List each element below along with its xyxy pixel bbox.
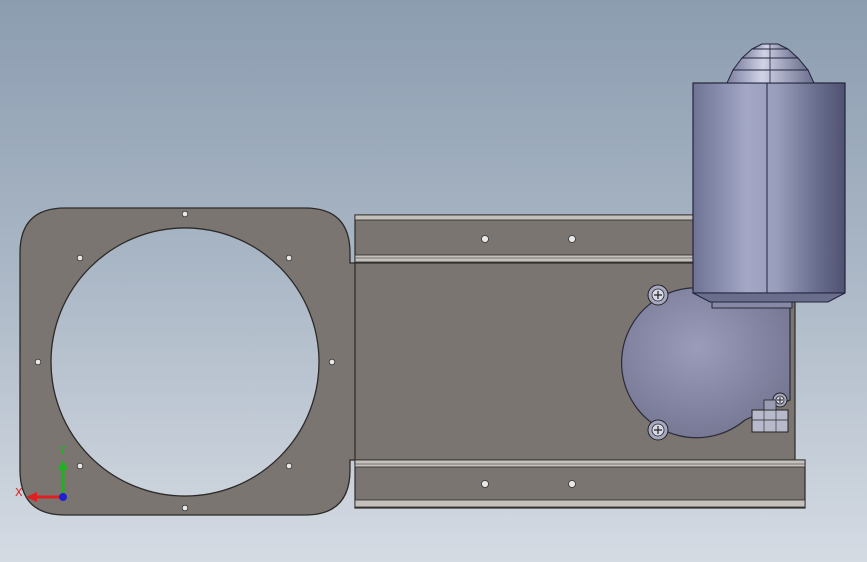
rail-hole bbox=[481, 480, 489, 488]
bolt-hole bbox=[285, 462, 293, 470]
model-canvas[interactable]: X Y bbox=[0, 0, 867, 562]
motor-end-cap bbox=[726, 43, 815, 84]
cad-viewport[interactable]: X Y bbox=[0, 0, 867, 562]
bottom-channel-rail[interactable] bbox=[354, 459, 806, 509]
rail-hole bbox=[568, 235, 576, 243]
bolt-holes bbox=[34, 210, 336, 512]
y-axis-label: Y bbox=[58, 444, 66, 457]
bolt-hole bbox=[76, 254, 84, 262]
screw-top-left bbox=[647, 284, 669, 306]
motor-cylinder[interactable] bbox=[692, 82, 846, 303]
screw-bottom-left bbox=[647, 419, 669, 441]
bolt-hole bbox=[76, 462, 84, 470]
x-axis-label: X bbox=[15, 486, 23, 499]
z-axis-origin bbox=[59, 493, 67, 501]
bolt-hole bbox=[328, 358, 336, 366]
mounting-plate[interactable] bbox=[19, 207, 357, 516]
rail-hole bbox=[568, 480, 576, 488]
bolt-hole bbox=[181, 210, 189, 218]
bolt-hole bbox=[285, 254, 293, 262]
bolt-hole bbox=[181, 504, 189, 512]
bolt-hole bbox=[34, 358, 42, 366]
rail-hole bbox=[481, 235, 489, 243]
